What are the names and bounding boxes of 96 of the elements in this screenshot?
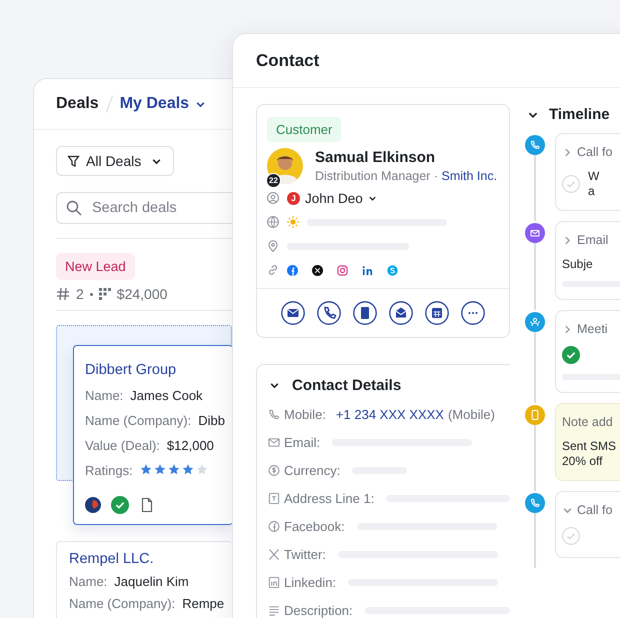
sun-icon	[287, 216, 299, 228]
phone-link[interactable]: +1 234 XXX XXXX	[336, 407, 444, 422]
file-icon[interactable]	[139, 497, 155, 513]
activity-card[interactable]: Email Subje	[555, 221, 620, 300]
mobile-icon	[525, 405, 545, 425]
activity-text: Sent SMS	[562, 439, 616, 453]
section-title: Timeline	[549, 106, 610, 123]
user-icon	[267, 192, 279, 204]
field-value: Rempe	[182, 596, 224, 611]
avatar	[85, 497, 101, 513]
people-icon	[525, 312, 545, 332]
grid-icon	[98, 288, 111, 300]
page-title: Deals	[56, 95, 99, 113]
email-icon	[268, 436, 280, 449]
search-icon	[66, 200, 82, 216]
status-badge: Customer	[267, 117, 342, 142]
email-button[interactable]	[389, 301, 413, 325]
field-label: Name:	[85, 388, 124, 403]
globe-icon	[267, 216, 279, 228]
phone-icon	[268, 408, 280, 421]
activity-title: Call fo	[577, 145, 612, 159]
deal-total: $24,000	[116, 286, 168, 302]
field-label: Email:	[284, 435, 320, 450]
facebook-icon[interactable]	[287, 264, 298, 276]
view-dropdown[interactable]: My Deals	[120, 95, 206, 113]
phone-icon	[525, 135, 545, 155]
activity-text: W	[588, 169, 600, 183]
deal-title[interactable]: Dibbert Group	[85, 362, 233, 378]
caret-icon[interactable]	[368, 194, 377, 202]
field-value: Jaquelin Kim	[114, 574, 189, 589]
linkedin-icon[interactable]	[362, 264, 373, 276]
contact-name: Samual Elkinson	[315, 149, 436, 166]
field-value: James Cook	[130, 388, 203, 403]
deal-count: 2	[76, 286, 84, 302]
location-icon	[267, 240, 279, 252]
avatar-badge: 22	[266, 173, 281, 188]
company-link[interactable]: Smith Inc.	[441, 169, 498, 183]
stage-badge: New Lead	[56, 253, 135, 280]
field-label: Name (Company):	[85, 413, 192, 428]
facebook-icon	[268, 520, 280, 533]
activity-text: 20% off	[562, 454, 604, 468]
more-button[interactable]	[461, 301, 485, 325]
twitter-icon	[268, 548, 280, 561]
field-label: Currency:	[284, 463, 340, 478]
activity-card[interactable]: Call fo	[555, 491, 620, 558]
field-label: Description:	[284, 603, 353, 618]
lines-icon	[268, 604, 280, 617]
field-label: Name (Company):	[69, 596, 176, 611]
section-title: Contact Details	[292, 377, 402, 394]
link-icon	[267, 264, 279, 276]
deal-title[interactable]: Rempel LLC.	[69, 551, 220, 567]
avatar	[267, 148, 303, 184]
filter-icon	[67, 154, 80, 168]
contact-role: Distribution Manager · Smith Inc.	[315, 169, 498, 183]
x-icon[interactable]	[312, 264, 323, 276]
mail-icon	[525, 223, 545, 243]
instagram-icon[interactable]	[337, 264, 348, 276]
notes-button[interactable]	[353, 301, 377, 325]
field-label: Name:	[69, 574, 108, 589]
field-label: Facebook:	[284, 519, 345, 534]
skype-icon[interactable]	[387, 264, 398, 276]
currency-icon	[268, 464, 280, 477]
field-label: Linkedin:	[284, 575, 336, 590]
activity-text: Subje	[562, 257, 593, 271]
check-icon[interactable]	[111, 496, 129, 514]
hash-icon	[56, 287, 70, 301]
address-icon	[268, 492, 280, 505]
activity-text: a	[588, 184, 596, 198]
check-icon[interactable]	[562, 527, 580, 545]
activity-title: Email	[577, 233, 608, 247]
activity-title: Meeti	[577, 322, 608, 336]
field-value: Dibb	[198, 413, 225, 428]
field-label: Twitter:	[284, 547, 326, 562]
activity-title: Call fo	[577, 503, 612, 517]
field-label: Ratings:	[85, 463, 133, 478]
field-value: $12,000	[166, 438, 214, 453]
email-button[interactable]	[281, 301, 305, 325]
field-note: (Mobile)	[448, 407, 495, 422]
phone-icon	[525, 493, 545, 513]
check-icon[interactable]	[562, 174, 580, 192]
linkedin-icon	[268, 576, 280, 589]
filter-button[interactable]: All Deals	[56, 146, 174, 176]
field-label: Value (Deal):	[85, 438, 160, 453]
owner-dropdown[interactable]: J John Deo	[287, 190, 377, 206]
activity-title: Note add	[562, 415, 613, 429]
field-label: Address Line 1:	[284, 491, 374, 506]
calendar-button[interactable]	[425, 301, 449, 325]
note-card[interactable]: Note add Sent SMS 20% off	[555, 403, 620, 481]
panel-title: Contact	[233, 34, 620, 88]
activity-card[interactable]: Meeti	[555, 310, 620, 393]
field-label: Mobile:	[284, 407, 326, 422]
check-icon[interactable]	[562, 346, 580, 364]
owner-initial: J	[287, 192, 300, 204]
activity-card[interactable]: Call fo W a	[555, 133, 620, 211]
deal-card[interactable]: Dibbert Group Name: James Cook Name (Company): Dibb Value (Deal): $12,000 Ratings:	[73, 345, 233, 525]
call-button[interactable]	[317, 301, 341, 325]
